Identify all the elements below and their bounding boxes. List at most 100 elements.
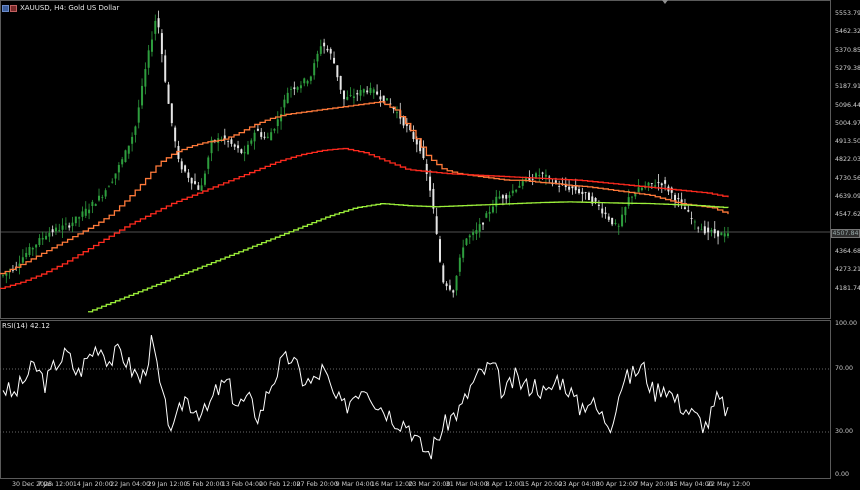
chart-header: XAUUSD, H4: Gold US Dollar: [2, 2, 119, 14]
time-tick-label: 22 May 12:00: [707, 481, 751, 488]
candle-body: [597, 204, 600, 206]
candle-body: [541, 172, 544, 174]
candle-body: [329, 49, 332, 54]
time-tick-label: 15 Apr 20:00: [521, 481, 563, 488]
candle-body: [127, 145, 130, 154]
time-tick-label: 20 Feb 12:00: [259, 481, 301, 488]
candle-body: [442, 265, 445, 283]
candle-body: [38, 238, 41, 245]
candle-body: [713, 229, 716, 234]
candle-body: [71, 222, 74, 227]
candle-body: [230, 139, 233, 144]
candle-body: [319, 46, 322, 54]
candle-body: [58, 230, 61, 232]
candle-body: [233, 144, 236, 147]
candle-body: [290, 88, 293, 90]
candle-body: [141, 85, 144, 106]
shift-marker-icon[interactable]: [662, 0, 668, 4]
candle-body: [91, 201, 94, 207]
chart-title: XAUUSD, H4: Gold US Dollar: [20, 4, 120, 12]
candle-body: [342, 90, 345, 100]
candle-body: [81, 211, 84, 217]
candle-body: [84, 208, 87, 216]
candle-body: [475, 230, 478, 234]
candle-body: [263, 136, 266, 138]
candle-body: [482, 222, 485, 225]
candle-body: [700, 229, 703, 231]
candle-body: [273, 128, 276, 131]
candle-body: [657, 182, 660, 184]
candle-body: [359, 90, 362, 96]
candle-body: [455, 275, 458, 291]
candle-body: [61, 225, 64, 230]
candle-body: [568, 186, 571, 190]
candle-body: [412, 132, 415, 140]
candle-body: [488, 211, 491, 214]
candle-body: [435, 216, 438, 234]
candle-body: [723, 233, 726, 237]
rsi-path: [2, 334, 729, 460]
chart-type-icon[interactable]: [2, 4, 17, 12]
candle-body: [51, 229, 54, 233]
candle-body: [601, 208, 604, 214]
candle-body: [147, 50, 150, 68]
time-tick-label: 31 Mar 04:00: [445, 481, 488, 488]
candle-body: [707, 227, 710, 233]
candle-body: [452, 290, 455, 293]
candle-body: [124, 150, 127, 162]
candle-body: [309, 76, 312, 81]
candle-body: [693, 221, 696, 223]
candle-body: [184, 165, 187, 172]
candle-body: [74, 216, 77, 224]
candle-body: [35, 244, 38, 248]
candle-body: [131, 136, 134, 144]
candle-body: [303, 78, 306, 84]
candle-body: [31, 247, 34, 250]
candle-body: [177, 145, 180, 159]
candle-body: [647, 182, 650, 186]
candle-body: [2, 275, 4, 277]
candle-body: [485, 213, 488, 218]
candle-body: [511, 190, 514, 194]
candle-body: [313, 63, 316, 76]
candle-body: [346, 96, 349, 100]
candle-body: [531, 178, 534, 180]
candle-body: [333, 57, 336, 64]
candle-body: [697, 227, 700, 229]
candle-body: [28, 247, 31, 256]
candles: [2, 10, 729, 298]
time-tick-label: 16 Mar 12:00: [370, 481, 414, 488]
candle-body: [505, 194, 508, 199]
candle-body: [336, 65, 339, 78]
candle-body: [386, 98, 389, 101]
candle-body: [323, 42, 326, 47]
candle-body: [587, 192, 590, 201]
candle-body: [710, 229, 713, 232]
candle-body: [25, 252, 28, 257]
candle-body: [634, 193, 637, 197]
candle-body: [306, 80, 309, 84]
price-chart[interactable]: [0, 0, 860, 490]
candle-body: [425, 163, 428, 174]
candle-body: [640, 187, 643, 191]
candle-body: [584, 192, 587, 193]
candle-body: [627, 197, 630, 206]
moving-averages: [0, 101, 729, 313]
candle-body: [472, 232, 475, 235]
candle-body: [253, 132, 256, 142]
candle-body: [194, 181, 197, 184]
candle-body: [170, 103, 173, 124]
candle-body: [48, 232, 51, 237]
candle-body: [137, 107, 140, 123]
candle-body: [369, 87, 372, 93]
candle-body: [438, 239, 441, 262]
candle-body: [349, 95, 352, 96]
candle-body: [164, 55, 167, 82]
time-tick-label: 5 Feb 20:00: [186, 481, 224, 488]
candle-body: [107, 186, 110, 188]
price-tick-label: 4730.56: [835, 174, 860, 182]
candle-body: [154, 20, 157, 34]
candle-body: [538, 175, 541, 176]
ma-fast-line: [0, 101, 729, 275]
candle-body: [117, 164, 120, 173]
